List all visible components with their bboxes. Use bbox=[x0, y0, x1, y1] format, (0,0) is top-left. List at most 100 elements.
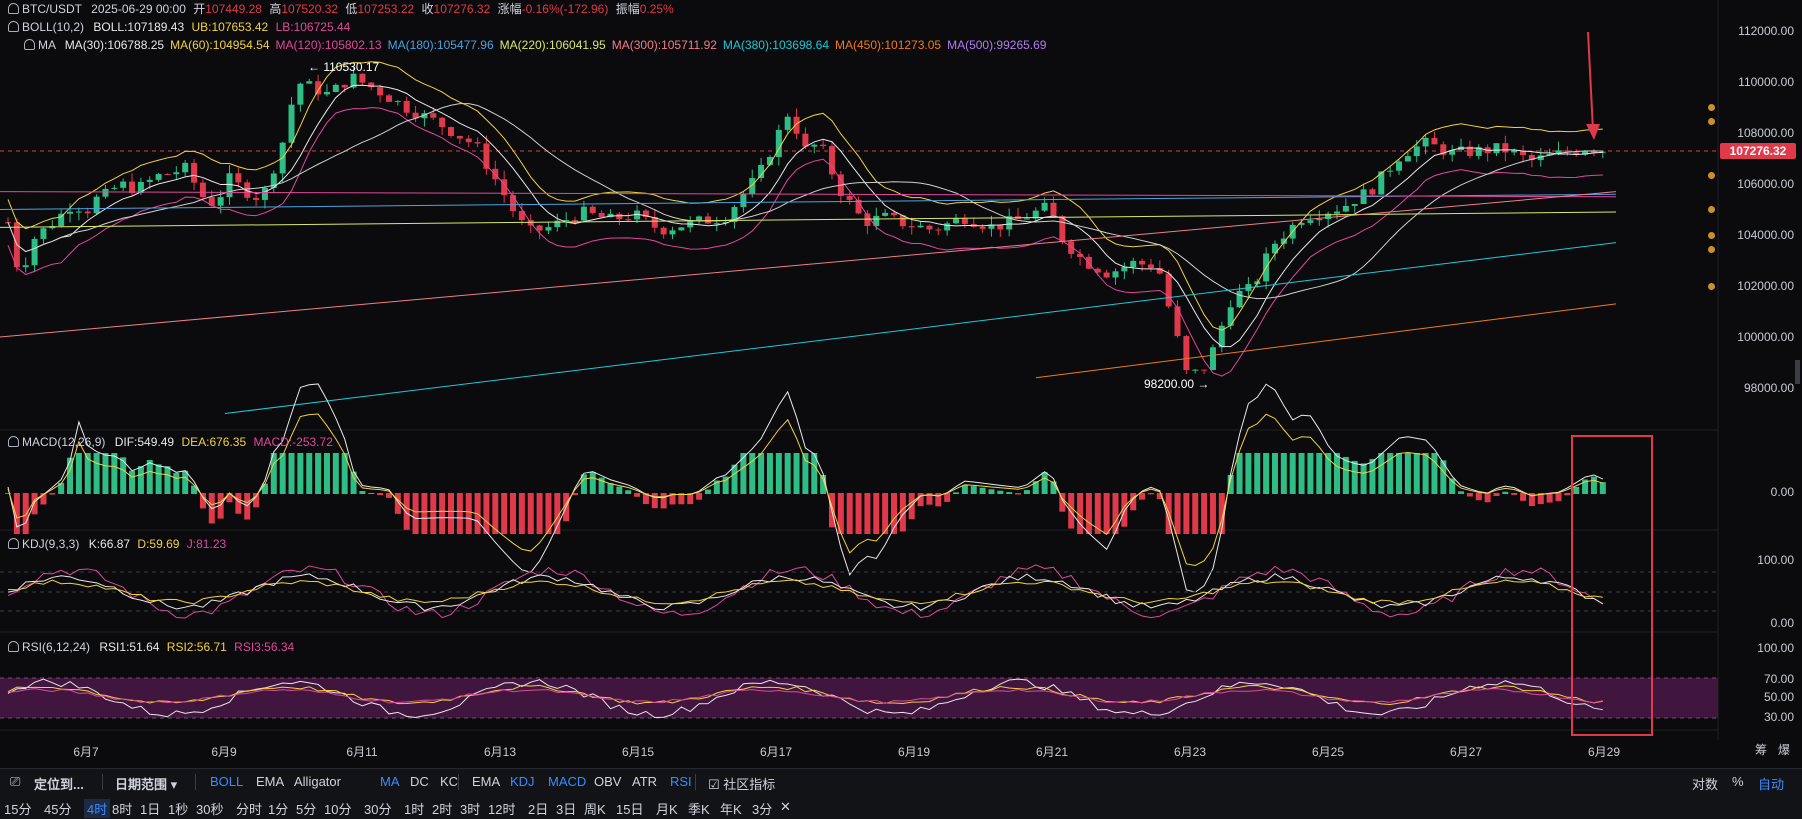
period-7[interactable]: 分时 bbox=[236, 799, 262, 818]
sub_indicators-ema[interactable]: EMA bbox=[472, 774, 500, 789]
period-13[interactable]: 2时 bbox=[432, 799, 452, 818]
candle-body bbox=[84, 211, 91, 214]
time-axis-label: 6月19 bbox=[897, 745, 931, 759]
macd-bar bbox=[439, 493, 446, 534]
period-22[interactable]: 年K bbox=[720, 799, 742, 818]
period-9[interactable]: 5分 bbox=[296, 799, 316, 818]
bell-icon[interactable] bbox=[8, 538, 19, 549]
ma-legend[interactable]: MA MA(30):106788.25 MA(60):104954.54 MA(12… bbox=[24, 38, 1046, 52]
indicators-ema[interactable]: EMA bbox=[256, 774, 284, 789]
community-indicator-button[interactable]: ☑ 社区指标 bbox=[708, 774, 775, 793]
bell-icon[interactable] bbox=[8, 3, 19, 14]
macd-bar bbox=[403, 493, 410, 530]
period-2[interactable]: 4时 bbox=[84, 799, 111, 818]
sub_indicators-obv[interactable]: OBV bbox=[594, 774, 621, 789]
high-value: 107520.32 bbox=[281, 2, 339, 16]
period-17[interactable]: 3日 bbox=[556, 799, 576, 818]
candle-body bbox=[536, 225, 543, 231]
candle-body bbox=[1271, 243, 1278, 254]
bell-icon[interactable] bbox=[8, 21, 19, 32]
bell-icon[interactable] bbox=[8, 641, 19, 652]
indicators-alligator[interactable]: Alligator bbox=[294, 774, 341, 789]
period-12[interactable]: 1时 bbox=[404, 799, 424, 818]
period-8[interactable]: 1分 bbox=[268, 799, 288, 818]
candle-body bbox=[696, 216, 703, 221]
price-axis-label: 106000.00 bbox=[1737, 177, 1794, 191]
macd-legend[interactable]: MACD(12,26,9) DIF:549.49 DEA:676.35 MACD… bbox=[8, 435, 333, 449]
candle-body bbox=[341, 84, 348, 88]
liquidation-icon[interactable]: 爆 bbox=[1778, 743, 1790, 757]
sub_indicators-atr[interactable]: ATR bbox=[632, 774, 657, 789]
period-23[interactable]: 3分 bbox=[752, 799, 772, 818]
rsi-legend[interactable]: RSI(6,12,24) RSI1:51.64 RSI2:56.71 RSI3:… bbox=[8, 640, 294, 654]
period-5[interactable]: 1秒 bbox=[168, 799, 188, 818]
macd-bar bbox=[191, 485, 198, 494]
candle-body bbox=[306, 81, 313, 84]
candle-body bbox=[261, 187, 268, 200]
auto-scale-button[interactable]: 自动 bbox=[1758, 774, 1784, 793]
candle-body bbox=[510, 195, 517, 212]
period-0[interactable]: 15分 bbox=[4, 799, 31, 818]
macd-bar bbox=[93, 453, 100, 494]
period-16[interactable]: 2日 bbox=[528, 799, 548, 818]
locate-button[interactable]: 定位到... bbox=[34, 774, 84, 793]
candle-body bbox=[456, 135, 463, 139]
macd-bar bbox=[1263, 453, 1270, 494]
macd-bar bbox=[1307, 453, 1314, 494]
candle-body bbox=[1103, 272, 1110, 278]
macd-bar bbox=[129, 470, 136, 494]
sub_indicators-kdj[interactable]: KDJ bbox=[510, 774, 535, 789]
period-20[interactable]: 月K bbox=[656, 799, 678, 818]
macd-bar bbox=[1006, 492, 1013, 494]
candle-body bbox=[926, 225, 933, 230]
macd-bar bbox=[456, 493, 463, 534]
indicators-kc[interactable]: KC bbox=[440, 774, 458, 789]
candle-body bbox=[917, 225, 924, 228]
candle-body bbox=[67, 211, 74, 214]
period-18[interactable]: 周K bbox=[584, 799, 606, 818]
period-1[interactable]: 45分 bbox=[44, 799, 71, 818]
sub_indicators-macd[interactable]: MACD bbox=[548, 774, 586, 789]
period-19[interactable]: 15日 bbox=[616, 799, 643, 818]
percent-scale-button[interactable]: % bbox=[1732, 774, 1744, 789]
indicators-dc[interactable]: DC bbox=[410, 774, 429, 789]
close-icon[interactable]: ✕ bbox=[780, 799, 791, 815]
kdj-legend[interactable]: KDJ(9,3,3) K:66.87 D:59.69 J:81.23 bbox=[8, 537, 226, 551]
bell-icon[interactable] bbox=[24, 39, 35, 50]
macd-bar bbox=[412, 493, 419, 534]
price-axis-label: 98000.00 bbox=[1743, 381, 1794, 395]
boll-legend[interactable]: BOLL(10,2) BOLL:107189.43 UB:107653.42 L… bbox=[8, 20, 350, 34]
indicators-ma[interactable]: MA bbox=[380, 774, 400, 789]
ma-legend-item: MA(120):105802.13 bbox=[275, 38, 382, 52]
candle-body bbox=[1112, 271, 1119, 278]
candle-body bbox=[288, 104, 295, 143]
locate-icon[interactable]: ⎚ bbox=[10, 774, 20, 790]
date-range-button[interactable]: 日期范围 ▾ bbox=[115, 774, 177, 793]
macd-bar bbox=[607, 483, 614, 494]
period-11[interactable]: 30分 bbox=[364, 799, 391, 818]
period-14[interactable]: 3时 bbox=[460, 799, 480, 818]
indicators-boll[interactable]: BOLL bbox=[210, 774, 243, 789]
period-3[interactable]: 8时 bbox=[112, 799, 132, 818]
candle-body bbox=[385, 95, 392, 102]
period-6[interactable]: 30秒 bbox=[196, 799, 223, 818]
period-10[interactable]: 10分 bbox=[324, 799, 351, 818]
macd-bar bbox=[988, 489, 995, 494]
candle-body bbox=[253, 197, 260, 200]
log-scale-button[interactable]: 对数 bbox=[1692, 774, 1718, 793]
candle-body bbox=[403, 100, 410, 113]
candle-body bbox=[1183, 336, 1190, 371]
bell-icon[interactable] bbox=[8, 436, 19, 447]
sub_indicators-rsi[interactable]: RSI bbox=[670, 774, 692, 789]
chips-icon[interactable]: 筹 bbox=[1755, 743, 1767, 757]
macd-bar bbox=[75, 453, 82, 494]
period-15[interactable]: 12时 bbox=[488, 799, 515, 818]
divider bbox=[695, 774, 696, 790]
macd-bar bbox=[944, 493, 951, 502]
period-21[interactable]: 季K bbox=[688, 799, 710, 818]
macd-bar bbox=[1564, 493, 1571, 496]
period-4[interactable]: 1日 bbox=[140, 799, 160, 818]
candle-body bbox=[297, 83, 304, 105]
macd-bar bbox=[155, 464, 162, 494]
candle-body bbox=[164, 174, 171, 176]
